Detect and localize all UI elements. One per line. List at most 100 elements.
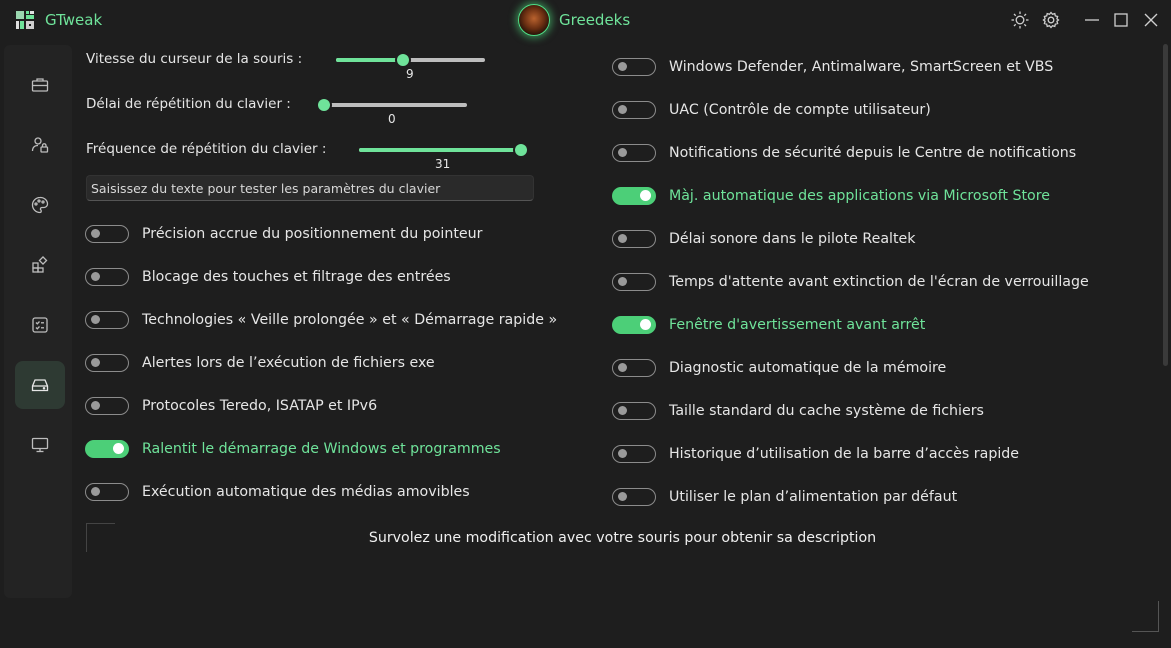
keyboard-test-field[interactable]: [86, 175, 541, 201]
toggle-row[interactable]: Délai sonore dans le pilote Realtek: [612, 230, 1132, 254]
user-avatar[interactable]: [518, 4, 550, 36]
toggle-row[interactable]: Windows Defender, Antimalware, SmartScre…: [612, 58, 1132, 82]
toggle-row[interactable]: Protocoles Teredo, ISATAP et IPv6: [85, 397, 605, 421]
toggle-row[interactable]: Notifications de sécurité depuis le Cent…: [612, 144, 1132, 168]
toggle-row[interactable]: Utiliser le plan d’alimentation par défa…: [612, 488, 1132, 512]
toggle-knob: [618, 277, 627, 286]
toggle-row[interactable]: Technologies « Veille prolongée » et « D…: [85, 311, 605, 335]
toggle-label: Blocage des touches et filtrage des entr…: [142, 269, 451, 285]
toggle-row[interactable]: Alertes lors de l’exécution de fichiers …: [85, 354, 605, 378]
toggle-switch[interactable]: [612, 488, 656, 506]
toggle-knob: [91, 487, 100, 496]
toggle-row[interactable]: Diagnostic automatique de la mémoire: [612, 359, 1132, 383]
key-delay-slider[interactable]: [318, 99, 467, 111]
mouse-speed-slider-thumb[interactable]: [397, 54, 410, 66]
app-logo-icon: [16, 11, 34, 29]
scrollbar[interactable]: [1163, 44, 1168, 366]
toggle-row[interactable]: Précision accrue du positionnement du po…: [85, 225, 605, 249]
mouse-speed-slider-fill: [336, 58, 404, 62]
key-repeat-slider-thumb[interactable]: [515, 144, 527, 156]
toggle-switch[interactable]: [85, 311, 129, 329]
toggle-switch[interactable]: [612, 230, 656, 248]
toggle-switch[interactable]: [85, 354, 129, 372]
sun-icon[interactable]: [1010, 10, 1030, 30]
title-bar[interactable]: GTweak Greedeks: [0, 0, 1171, 40]
mouse-speed-label: Vitesse du curseur de la souris :: [86, 51, 303, 67]
user-name[interactable]: Greedeks: [559, 11, 630, 29]
sidebar-item-applications[interactable]: [15, 241, 65, 289]
toggle-row[interactable]: Taille standard du cache système de fich…: [612, 402, 1132, 426]
toggle-knob: [618, 406, 627, 415]
toggle-row[interactable]: Temps d'attente avant extinction de l'éc…: [612, 273, 1132, 297]
toggle-label: Alertes lors de l’exécution de fichiers …: [142, 355, 435, 371]
toggle-label: Exécution automatique des médias amovibl…: [142, 484, 470, 500]
toggle-label: Technologies « Veille prolongée » et « D…: [142, 312, 558, 328]
toggle-switch[interactable]: [85, 225, 129, 243]
toggle-knob: [618, 148, 627, 157]
sidebar-item-system[interactable]: [15, 361, 65, 409]
toggle-switch[interactable]: [612, 359, 656, 377]
toggle-switch[interactable]: [612, 402, 656, 420]
key-delay-value: 0: [388, 112, 396, 126]
toggle-switch[interactable]: [85, 397, 129, 415]
sidebar-item-system-info[interactable]: [15, 421, 65, 469]
description-text: Survolez une modification avec votre sou…: [368, 530, 877, 546]
toggle-label: Notifications de sécurité depuis le Cent…: [669, 145, 1077, 161]
toggle-switch[interactable]: [612, 101, 656, 119]
minimize-icon[interactable]: [1082, 10, 1102, 30]
toggle-label: Windows Defender, Antimalware, SmartScre…: [669, 59, 1054, 75]
toggle-switch[interactable]: [85, 268, 129, 286]
drive-icon: [31, 379, 49, 392]
toggle-row[interactable]: Exécution automatique des médias amovibl…: [85, 483, 605, 507]
key-repeat-value: 31: [435, 157, 451, 171]
sidebar-item-services[interactable]: [15, 301, 65, 349]
toggle-knob: [91, 315, 100, 324]
toggle-knob: [640, 190, 651, 201]
toggle-label: Historique d’utilisation de la barre d’a…: [669, 446, 1020, 462]
sidebar-item-confidentiality[interactable]: [15, 61, 65, 109]
toggle-row[interactable]: UAC (Contrôle de compte utilisateur): [612, 101, 1132, 125]
toggle-label: Diagnostic automatique de la mémoire: [669, 360, 947, 376]
key-delay-slider-thumb[interactable]: [318, 99, 330, 111]
toggle-row[interactable]: Blocage des touches et filtrage des entr…: [85, 268, 605, 292]
toggle-knob: [91, 229, 100, 238]
toggle-label: Protocoles Teredo, ISATAP et IPv6: [142, 398, 378, 414]
sidebar: [4, 45, 72, 598]
toggle-row[interactable]: Màj. automatique des applications via Mi…: [612, 187, 1132, 211]
toggle-knob: [618, 492, 627, 501]
mouse-speed-slider[interactable]: [336, 54, 485, 66]
toggle-row[interactable]: Fenêtre d'avertissement avant arrêt: [612, 316, 1132, 340]
gear-icon[interactable]: [1041, 10, 1061, 30]
toggle-switch[interactable]: [612, 273, 656, 291]
toggle-label: Taille standard du cache système de fich…: [669, 403, 984, 419]
toggle-knob: [91, 358, 100, 367]
keyboard-test-input[interactable]: [87, 176, 541, 200]
toggle-switch[interactable]: [612, 187, 656, 205]
toggle-label: Màj. automatique des applications via Mi…: [669, 188, 1050, 204]
toggle-switch[interactable]: [85, 483, 129, 501]
toggle-switch[interactable]: [612, 316, 656, 334]
toggle-switch[interactable]: [612, 58, 656, 76]
monitor-icon: [31, 437, 49, 453]
toggle-switch[interactable]: [612, 144, 656, 162]
toggle-label: Ralentit le démarrage de Windows et prog…: [142, 441, 501, 457]
toggle-knob: [640, 319, 651, 330]
close-icon[interactable]: [1141, 10, 1161, 30]
toggle-label: Fenêtre d'avertissement avant arrêt: [669, 317, 926, 333]
toggle-label: Précision accrue du positionnement du po…: [142, 226, 483, 242]
toggle-row[interactable]: Historique d’utilisation de la barre d’a…: [612, 445, 1132, 469]
maximize-icon[interactable]: [1111, 10, 1131, 30]
palette-icon: [31, 196, 49, 214]
key-delay-label: Délai de répétition du clavier :: [86, 96, 291, 112]
sidebar-item-personalization[interactable]: [15, 181, 65, 229]
key-repeat-slider[interactable]: [359, 144, 527, 156]
toggle-knob: [618, 105, 627, 114]
toggle-row[interactable]: Ralentit le démarrage de Windows et prog…: [85, 440, 605, 464]
user-lock-icon: [31, 137, 49, 153]
resize-grip[interactable]: [1132, 601, 1159, 632]
description-corner: [86, 523, 115, 552]
apps-icon: [32, 256, 48, 273]
toggle-switch[interactable]: [85, 440, 129, 458]
toggle-switch[interactable]: [612, 445, 656, 463]
sidebar-item-interface[interactable]: [15, 121, 65, 169]
